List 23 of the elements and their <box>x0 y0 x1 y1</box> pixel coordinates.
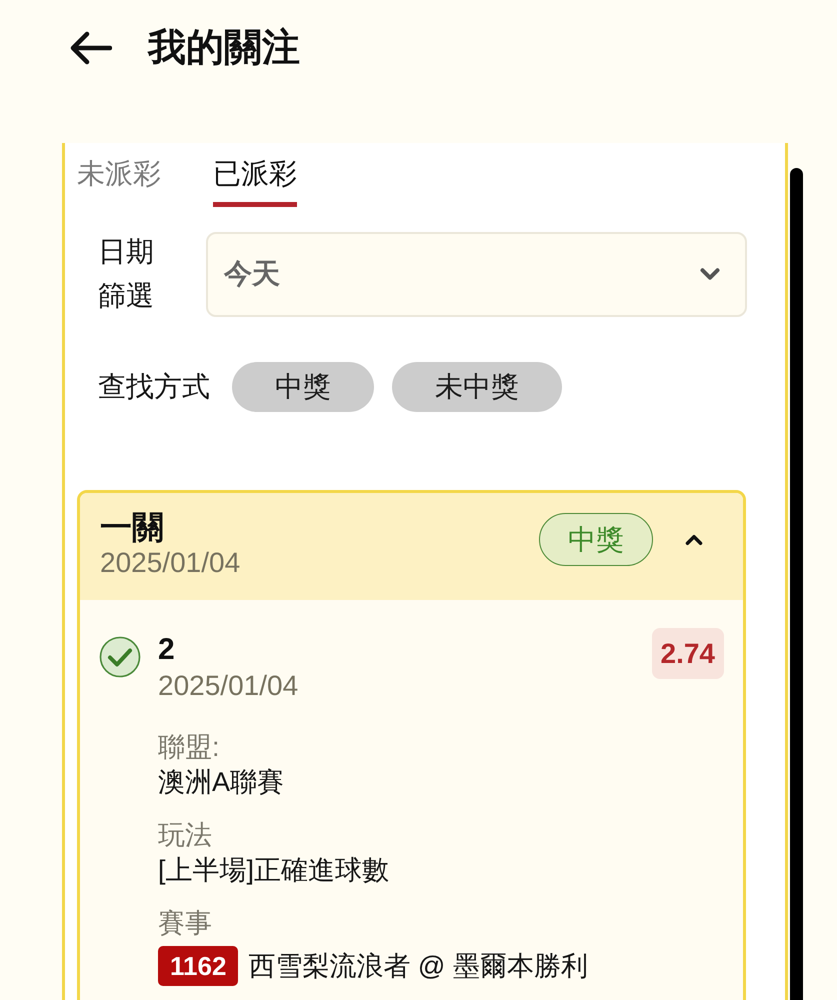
date-filter-label: 日期篩選 <box>98 235 155 313</box>
page-title: 我的關注 <box>148 26 300 71</box>
search-mode-label: 查找方式 <box>98 370 210 404</box>
field-value: 澳洲A聯賽 <box>158 766 286 799</box>
tab[interactable]: 未派彩 <box>77 157 161 207</box>
field-label: 玩法 <box>158 819 213 852</box>
tab[interactable]: 已派彩 <box>213 157 297 207</box>
filter-chip[interactable]: 中獎 <box>232 362 374 412</box>
field-value: [上半場]正確進球數 <box>158 854 390 887</box>
date-select[interactable]: 今天 <box>206 232 747 316</box>
filter-chip[interactable]: 未中獎 <box>392 362 562 412</box>
match-name: 西雪梨流浪者 @ 墨爾本勝利 <box>248 950 588 982</box>
leg-date: 2025/01/04 <box>158 669 298 703</box>
bet-type: 一關 <box>100 509 164 545</box>
field-label: 賽事 <box>158 907 213 940</box>
odds-badge: 2.74 <box>652 628 724 679</box>
bet-date: 2025/01/04 <box>100 546 240 580</box>
match-number: 1162 <box>158 946 238 986</box>
scrollbar-thumb[interactable] <box>790 168 803 1000</box>
selection: 2 <box>158 632 175 668</box>
back-arrow-icon[interactable] <box>68 31 112 65</box>
result-badge: 中獎 <box>539 513 653 566</box>
field-label: 聯盟: <box>158 731 221 764</box>
